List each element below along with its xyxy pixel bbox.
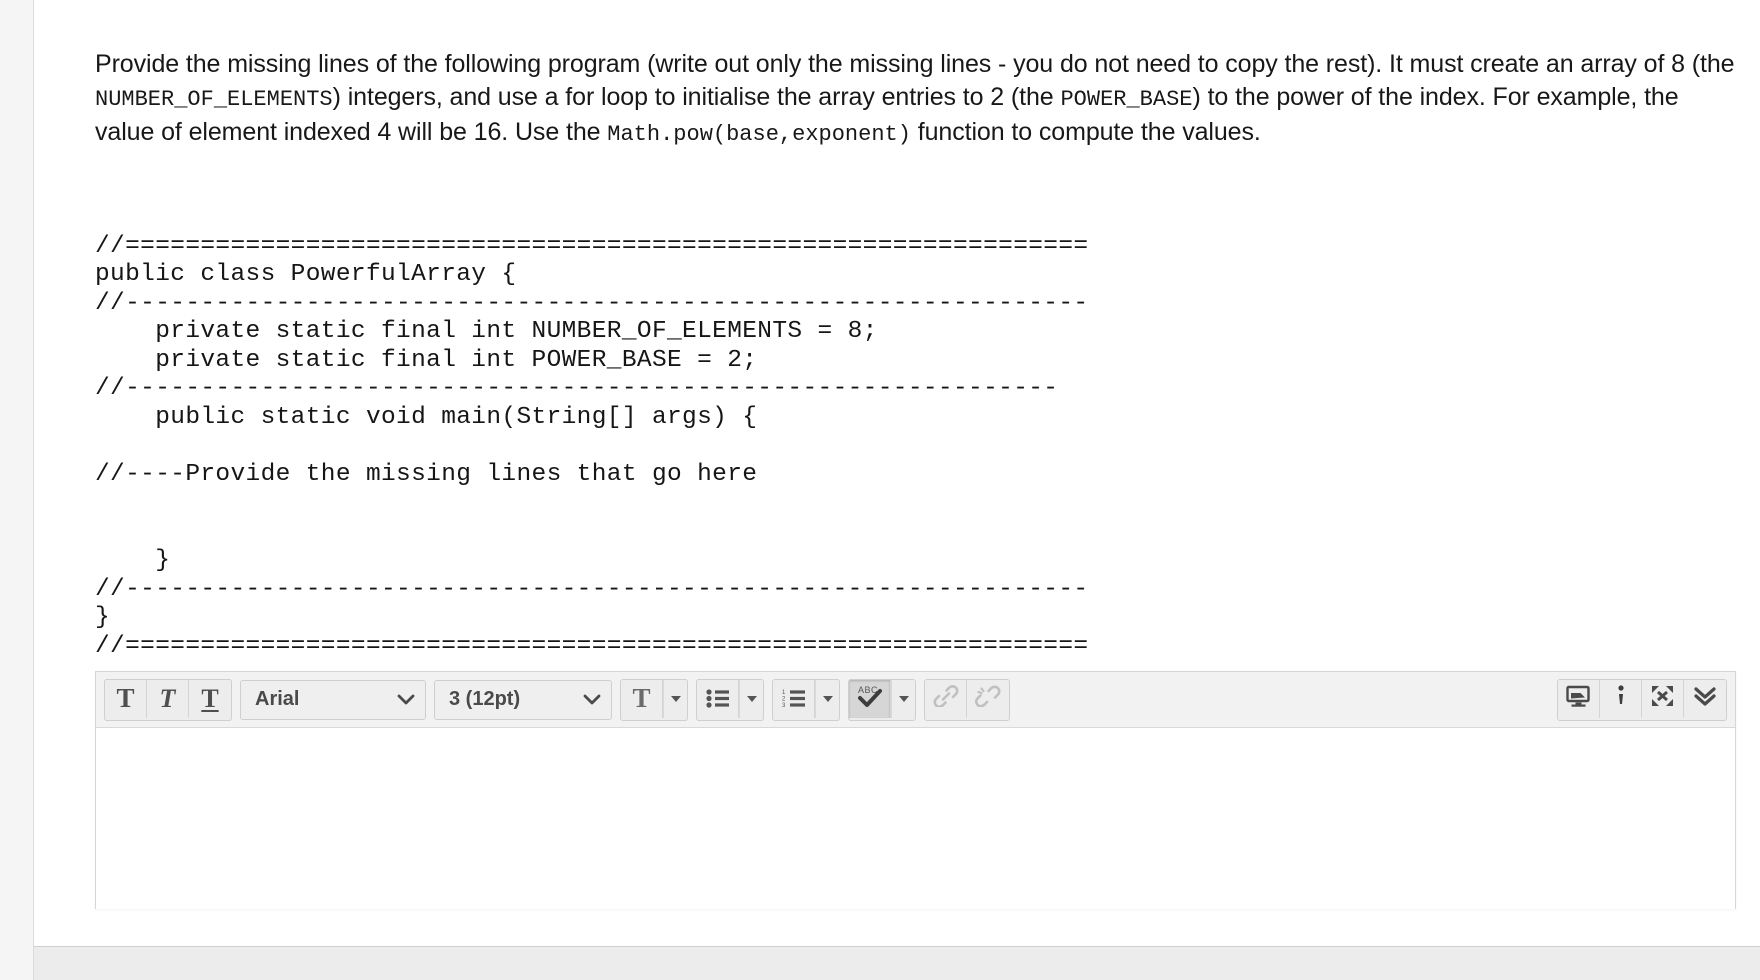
numbered-list-group: 1 2 3 bbox=[772, 678, 840, 721]
underline-icon: T bbox=[201, 683, 219, 713]
svg-text:1: 1 bbox=[782, 690, 786, 696]
fullscreen-expand-icon bbox=[1650, 684, 1676, 713]
preview-monitor-icon bbox=[1565, 685, 1592, 713]
bullet-list-dropdown-button[interactable] bbox=[739, 679, 763, 718]
prompt-code-number-of-elements: NUMBER_OF_ELEMENTS bbox=[95, 87, 333, 112]
svg-text:3: 3 bbox=[782, 703, 786, 708]
link-group bbox=[924, 678, 1010, 721]
remove-link-button[interactable] bbox=[967, 679, 1009, 718]
prompt-text-part-2: ) integers, and use a for loop to initia… bbox=[332, 83, 1061, 111]
editor-tools-group bbox=[1557, 678, 1727, 721]
page-root: Provide the missing lines of the followi… bbox=[0, 0, 1760, 980]
text-style-group: T T T bbox=[104, 678, 232, 721]
caret-down-icon bbox=[670, 695, 681, 702]
italic-icon: T bbox=[159, 683, 176, 713]
bold-icon: T bbox=[116, 683, 135, 713]
spellcheck-abc-icon: ABC bbox=[857, 684, 883, 713]
unlink-icon bbox=[975, 685, 1001, 712]
font-family-select[interactable]: Arial bbox=[240, 679, 426, 720]
bullet-list-icon bbox=[705, 689, 730, 708]
link-icon bbox=[933, 685, 959, 712]
prompt-text-part-1: Provide the missing lines of the followi… bbox=[95, 50, 1735, 78]
editor-toolbar: T T T Arial 3 (12pt) T 1 2 3 ABC bbox=[96, 672, 1735, 728]
text-color-button[interactable]: T bbox=[621, 679, 663, 718]
italic-button[interactable]: T bbox=[147, 679, 189, 718]
answer-editor: T T T Arial 3 (12pt) T 1 2 3 ABC bbox=[95, 671, 1736, 909]
info-button[interactable] bbox=[1600, 679, 1642, 718]
font-family-value: Arial bbox=[255, 688, 300, 710]
spellcheck-button[interactable]: ABC bbox=[849, 679, 891, 718]
insert-link-button[interactable] bbox=[925, 679, 967, 718]
spellcheck-group: ABC bbox=[848, 678, 916, 721]
numbered-list-button[interactable]: 1 2 3 bbox=[773, 679, 815, 718]
text-color-dropdown-button[interactable] bbox=[663, 679, 687, 718]
underline-button[interactable]: T bbox=[189, 679, 231, 718]
chevron-down-icon bbox=[397, 694, 415, 706]
font-size-value: 3 (12pt) bbox=[449, 688, 521, 710]
text-color-icon: T bbox=[632, 683, 651, 713]
fullscreen-button[interactable] bbox=[1642, 679, 1684, 718]
footer-bar bbox=[34, 946, 1760, 980]
prompt-text-part-4: function to compute the values. bbox=[910, 118, 1261, 146]
more-options-button[interactable] bbox=[1684, 679, 1726, 718]
bullet-list-button[interactable] bbox=[697, 679, 739, 718]
chevron-down-icon bbox=[583, 694, 601, 706]
caret-down-icon bbox=[822, 695, 833, 702]
preview-button[interactable] bbox=[1558, 679, 1600, 718]
prompt-code-power-base: POWER_BASE bbox=[1060, 87, 1193, 112]
left-gutter bbox=[0, 0, 34, 980]
caret-down-icon bbox=[746, 695, 757, 702]
text-color-group: T bbox=[620, 678, 688, 721]
caret-down-icon bbox=[898, 695, 909, 702]
prompt-code-math-pow: Math.pow(base,exponent) bbox=[607, 122, 911, 147]
font-size-select[interactable]: 3 (12pt) bbox=[434, 679, 612, 720]
editor-text-area[interactable] bbox=[96, 728, 1735, 909]
content-area: Provide the missing lines of the followi… bbox=[35, 0, 1760, 946]
info-icon bbox=[1614, 684, 1628, 713]
svg-text:2: 2 bbox=[782, 697, 786, 703]
spellcheck-dropdown-button[interactable] bbox=[891, 679, 915, 718]
numbered-list-icon: 1 2 3 bbox=[782, 689, 806, 708]
question-prompt: Provide the missing lines of the followi… bbox=[95, 48, 1735, 151]
bold-button[interactable]: T bbox=[105, 679, 147, 718]
chevron-double-down-icon bbox=[1692, 685, 1718, 712]
numbered-list-dropdown-button[interactable] bbox=[815, 679, 839, 718]
bullet-list-group bbox=[696, 678, 764, 721]
code-listing: //======================================… bbox=[95, 232, 1089, 660]
